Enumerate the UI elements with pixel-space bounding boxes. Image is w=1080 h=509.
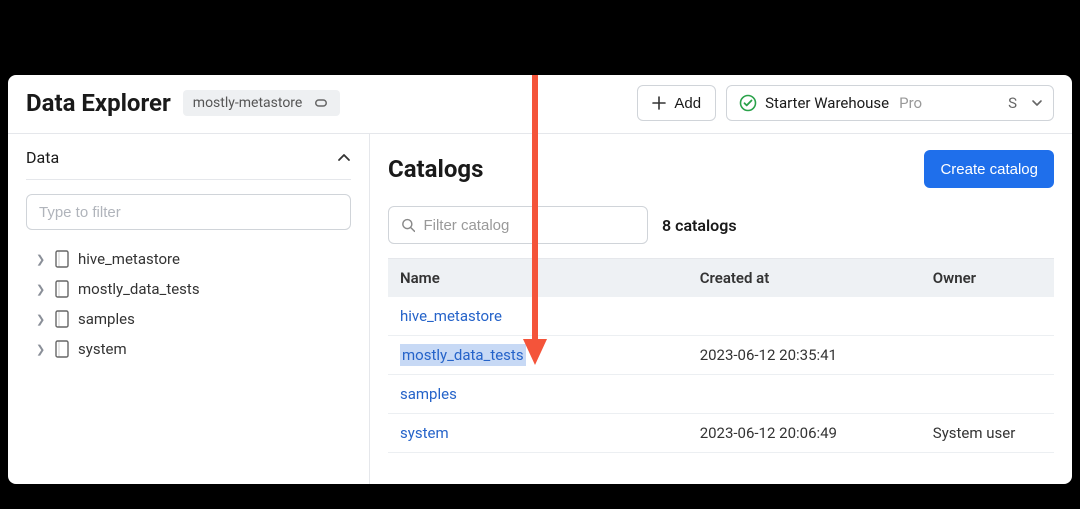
plus-icon (652, 96, 666, 110)
sidebar-item-label: samples (78, 310, 135, 328)
col-header-owner[interactable]: Owner (921, 259, 1054, 298)
chevron-up-icon (337, 151, 351, 165)
filter-catalog-wrapper[interactable] (388, 206, 648, 244)
warehouse-suffix: S (1008, 94, 1017, 112)
chevron-right-icon: ❯ (36, 343, 46, 356)
database-icon (54, 340, 70, 358)
database-icon (54, 250, 70, 268)
chevron-down-icon (1031, 97, 1043, 109)
catalog-link[interactable]: mostly_data_tests (400, 344, 526, 366)
sidebar: Data ❯ hive_metastore ❯ (8, 134, 370, 484)
add-button-label: Add (674, 95, 701, 112)
cell-owner (921, 375, 1054, 414)
body: Data ❯ hive_metastore ❯ (8, 134, 1072, 484)
sidebar-item[interactable]: ❯ hive_metastore (36, 244, 351, 274)
table-row: mostly_data_tests 2023-06-12 20:35:41 (388, 336, 1054, 375)
link-icon (312, 96, 330, 110)
warehouse-badge: Pro (899, 94, 922, 112)
chevron-right-icon: ❯ (36, 253, 46, 266)
app-window: Data Explorer mostly-metastore Add Start… (8, 75, 1072, 484)
filter-catalog-input[interactable] (423, 217, 635, 234)
sidebar-item[interactable]: ❯ samples (36, 304, 351, 334)
main-header: Catalogs Create catalog (388, 150, 1054, 188)
cell-created-at (688, 297, 921, 336)
sidebar-section-label: Data (26, 148, 59, 167)
catalog-link[interactable]: samples (400, 385, 457, 403)
main: Catalogs Create catalog 8 catalogs Name (370, 134, 1072, 484)
col-header-created-at[interactable]: Created at (688, 259, 921, 298)
cell-created-at (688, 375, 921, 414)
metastore-chip[interactable]: mostly-metastore (183, 90, 341, 116)
catalog-count: 8 catalogs (662, 216, 737, 235)
table-row: hive_metastore (388, 297, 1054, 336)
table-row: system 2023-06-12 20:06:49 System user (388, 414, 1054, 453)
catalog-link[interactable]: hive_metastore (400, 307, 502, 325)
metastore-chip-label: mostly-metastore (193, 95, 303, 111)
sidebar-item-label: system (78, 340, 127, 358)
sidebar-item[interactable]: ❯ system (36, 334, 351, 364)
database-icon (54, 310, 70, 328)
cell-owner (921, 336, 1054, 375)
warehouse-selector[interactable]: Starter Warehouse Pro S (726, 85, 1054, 121)
catalog-link[interactable]: system (400, 424, 449, 442)
sidebar-section-toggle[interactable]: Data (26, 146, 351, 180)
add-button[interactable]: Add (637, 85, 716, 121)
filter-row: 8 catalogs (388, 206, 1054, 244)
create-catalog-button[interactable]: Create catalog (924, 150, 1054, 188)
search-icon (401, 217, 415, 233)
sidebar-item[interactable]: ❯ mostly_data_tests (36, 274, 351, 304)
chevron-right-icon: ❯ (36, 313, 46, 326)
cell-owner: System user (921, 414, 1054, 453)
database-icon (54, 280, 70, 298)
warehouse-name: Starter Warehouse (765, 94, 889, 112)
cell-created-at: 2023-06-12 20:35:41 (688, 336, 921, 375)
sidebar-item-label: mostly_data_tests (78, 280, 200, 298)
check-circle-icon (739, 94, 757, 112)
sidebar-item-label: hive_metastore (78, 250, 180, 268)
cell-owner (921, 297, 1054, 336)
cell-created-at: 2023-06-12 20:06:49 (688, 414, 921, 453)
col-header-name[interactable]: Name (388, 259, 688, 298)
chevron-right-icon: ❯ (36, 283, 46, 296)
page-title: Data Explorer (26, 89, 171, 117)
header: Data Explorer mostly-metastore Add Start… (8, 75, 1072, 134)
table-row: samples (388, 375, 1054, 414)
sidebar-tree: ❯ hive_metastore ❯ mostly_data_tests (26, 244, 351, 364)
catalogs-table: Name Created at Owner hive_metastore mos… (388, 258, 1054, 453)
catalogs-title: Catalogs (388, 155, 483, 183)
sidebar-filter-input[interactable] (26, 194, 351, 230)
